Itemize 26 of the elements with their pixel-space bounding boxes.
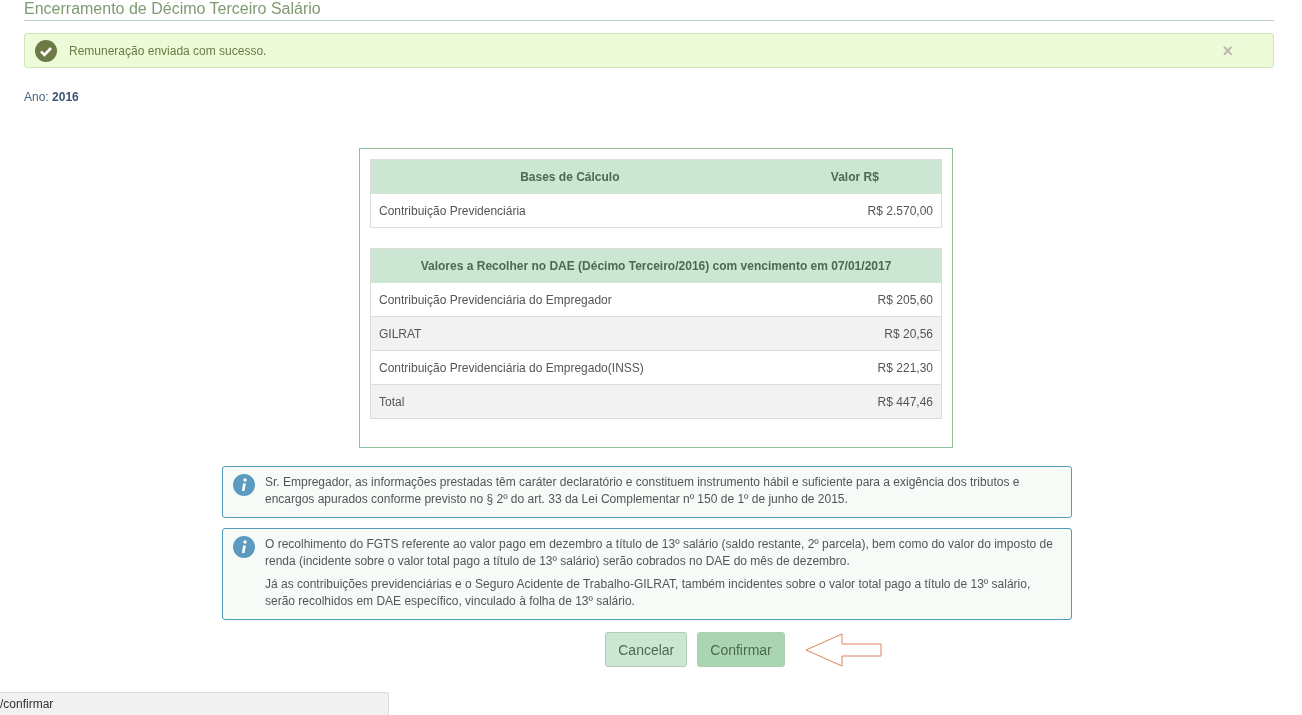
table-cell: R$ 221,30 <box>877 360 933 375</box>
notice-text: Sr. Empregador, as informações prestadas têm caráter declaratório e constituem instrumento hábil e suficiente para a exigência dos tributos e encargos apurados conforme previsto no § 2º do art. 33 da Lei Complementar nº 150 de 1º de junho de 2015. <box>265 474 1021 508</box>
year-label: Ano: 2016 <box>24 90 80 104</box>
table-cell: R$ 20,56 <box>884 326 933 341</box>
page-title: Encerramento de Décimo Terceiro Salário <box>24 0 1274 21</box>
status-bar: /confirmar <box>0 692 389 715</box>
table-title: Valores a Recolher no DAE (Décimo Terceiro/2016) com vencimento em 07/01/2017 <box>419 259 893 273</box>
table-cell: GILRAT <box>379 326 422 341</box>
alert-message: Remuneração enviada com sucesso. <box>69 43 268 58</box>
table-cell: Contribuição Previdenciária do Empregador <box>379 292 612 307</box>
table-cell: Contribuição Previdenciária <box>379 203 526 218</box>
arrow-annotation-icon <box>804 632 883 667</box>
table-cell: Contribuição Previdenciária do Empregado(INSS) <box>379 360 644 375</box>
check-icon <box>35 39 57 62</box>
info-icon <box>233 474 255 496</box>
info-icon <box>233 536 255 558</box>
column-header: Valor R$ <box>829 170 880 184</box>
notice-text: O recolhimento do FGTS referente ao valor pago em dezembro a título de 13º salário (saldo restante, 2º parcela), bem como do valor do imposto de renda (incidente sobre o valor total pago a título de 13º salário) serão cobrados no DAE do mês de dezembro. <box>265 536 1054 570</box>
table-cell: R$ 205,60 <box>877 292 933 307</box>
cancel-button[interactable]: Cancelar <box>605 632 688 667</box>
table-cell: Total <box>379 394 405 409</box>
confirm-button[interactable]: Confirmar <box>697 632 785 667</box>
column-header: Bases de Cálculo <box>519 170 621 184</box>
notice-text: Já as contribuições previdenciárias e o Seguro Acidente de Trabalho-GILRAT, também incidentes sobre o valor total pago a título de 13º salário, serão recolhidos em DAE específico, vinculado à folha de 13º salário. <box>265 576 1032 610</box>
table-cell: R$ 2.570,00 <box>867 203 933 218</box>
table-cell: R$ 447,46 <box>877 394 933 409</box>
